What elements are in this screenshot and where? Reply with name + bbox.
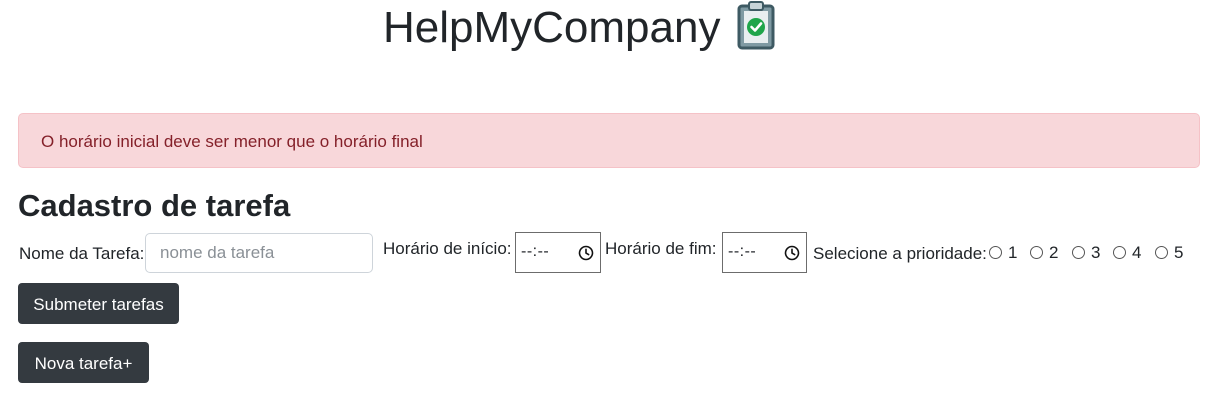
- priority-label: Selecione a prioridade:: [813, 244, 987, 263]
- start-time-label: Horário de início:: [383, 239, 512, 258]
- priority-option-label: 4: [1132, 243, 1142, 262]
- clipboard-check-icon: [737, 1, 775, 50]
- radio-button[interactable]: [1113, 246, 1126, 259]
- task-name-label: Nome da Tarefa:: [19, 244, 145, 263]
- form-title: Cadastro de tarefa: [18, 188, 291, 223]
- new-task-button[interactable]: Nova tarefa+: [18, 342, 149, 383]
- app-title: HelpMyCompany: [383, 3, 721, 52]
- radio-button[interactable]: [1072, 246, 1085, 259]
- start-time-value: --:--: [521, 243, 550, 260]
- submit-tasks-button[interactable]: Submeter tarefas: [18, 283, 179, 324]
- task-name-input[interactable]: [145, 233, 373, 273]
- priority-option-label: 3: [1091, 243, 1101, 262]
- radio-button[interactable]: [989, 246, 1002, 259]
- priority-option-label: 5: [1174, 243, 1184, 262]
- radio-button[interactable]: [1155, 246, 1168, 259]
- priority-option-label: 1: [1008, 243, 1018, 262]
- start-time-input[interactable]: --:--: [515, 232, 601, 273]
- priority-option-label: 2: [1049, 243, 1059, 262]
- clock-icon[interactable]: [784, 245, 800, 261]
- error-alert: O horário inicial deve ser menor que o h…: [18, 113, 1200, 168]
- end-time-label: Horário de fim:: [605, 239, 717, 258]
- app-header: HelpMyCompany: [0, 0, 1219, 60]
- radio-button[interactable]: [1030, 246, 1043, 259]
- end-time-input[interactable]: --:--: [722, 232, 807, 273]
- clock-icon[interactable]: [578, 245, 594, 261]
- end-time-value: --:--: [728, 243, 757, 260]
